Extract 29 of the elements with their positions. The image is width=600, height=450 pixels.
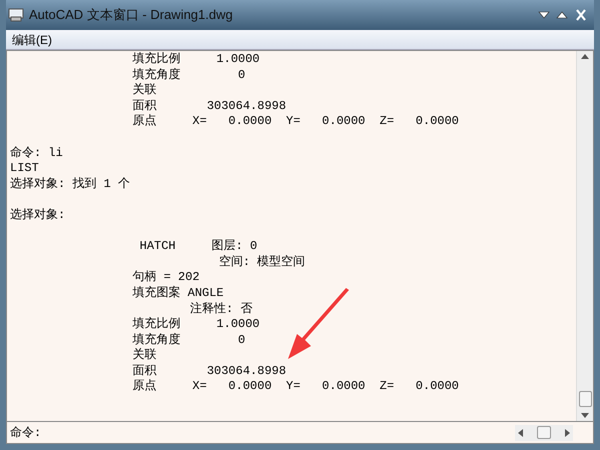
output-line: 空间: 模型空间 — [218, 254, 306, 269]
output-line: 面积 303064.8998 — [131, 98, 286, 113]
output-line: 选择对象: 找到 1 个 — [10, 176, 130, 191]
terminal-icon — [8, 8, 24, 22]
output-line: 关联 — [131, 83, 156, 98]
menu-item[interactable]: 编辑(E) — [6, 30, 58, 48]
scrollbar-thumb[interactable] — [578, 391, 592, 407]
output-line: 关联 — [131, 348, 156, 362]
output-line: 填充角度 0 — [131, 332, 246, 347]
vertical-scrollbar[interactable] — [576, 51, 593, 421]
scroll-up-icon[interactable] — [581, 54, 589, 59]
output-line: 原点 X= 0.0000 Y= 0.0000 Z= 0.0000 — [131, 379, 459, 394]
output-line: 填充比例 1.0000 — [131, 317, 260, 332]
output-line: 句柄 = 202 — [131, 270, 200, 284]
output-line: 填充比例 1.0000 — [131, 52, 260, 66]
output-line: 选择对象: — [10, 208, 66, 222]
maximize-icon[interactable] — [556, 10, 568, 20]
output-line: 原点 X= 0.0000 Y= 0.0000 Z= 0.0000 — [131, 114, 459, 128]
close-icon[interactable] — [574, 9, 588, 21]
output-line: 填充图案 ANGLE — [131, 286, 224, 300]
window-title: AutoCAD 文本窗口 - Drawing1.dwg — [29, 6, 233, 24]
output-line: 注释性: 否 — [189, 302, 252, 316]
minimize-icon[interactable] — [538, 10, 550, 20]
output-line: 命令: li — [10, 146, 63, 160]
output-line: 填充角度 0 — [131, 68, 246, 82]
scroll-down-icon[interactable] — [581, 413, 589, 418]
output-line: HATCH 图层: 0 — [138, 239, 258, 254]
output-line: 面积 303064.8998 — [131, 364, 286, 378]
output-line: LIST — [10, 161, 39, 176]
